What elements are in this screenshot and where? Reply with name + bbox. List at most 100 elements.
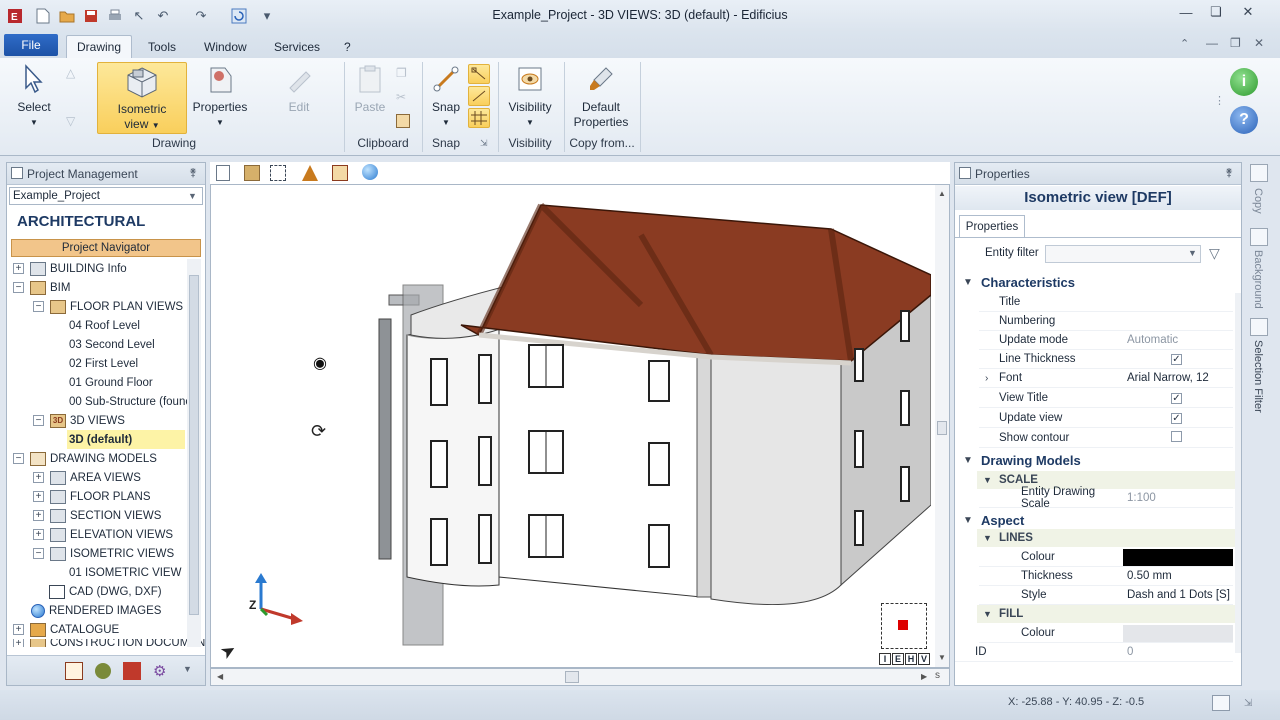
side-tab-background[interactable]: Background xyxy=(1252,250,1264,309)
scroll-right-arrow-icon[interactable]: ▶ xyxy=(921,672,927,681)
scroll-down-icon[interactable]: ▽ xyxy=(66,114,75,128)
collapse-icon[interactable]: − xyxy=(33,548,44,559)
tree-scrollbar[interactable] xyxy=(187,259,201,647)
file-menu-button[interactable]: File xyxy=(4,34,58,56)
tree-item-cad[interactable]: CAD (DWG, DXF) xyxy=(49,582,162,601)
tree-item-isometric-view-01[interactable]: 01 ISOMETRIC VIEW xyxy=(69,563,181,582)
view-title-checkbox[interactable]: ✓ xyxy=(1171,393,1182,404)
view-e-button[interactable]: E xyxy=(892,653,904,665)
ribbon-collapse-icon[interactable]: ⌃ xyxy=(1180,37,1189,50)
minimize-button[interactable]: — xyxy=(1172,3,1200,21)
viewport-horizontal-scrollbar[interactable]: ◀ ▶ s xyxy=(210,668,950,686)
tree-item-building-info[interactable]: + BUILDING Info xyxy=(13,259,127,278)
viewport-vertical-scrollbar[interactable]: ▲ ▼ xyxy=(935,185,949,667)
paste-special-icon[interactable] xyxy=(396,114,410,128)
prop-line-thickness[interactable]: Line Thickness ✓ xyxy=(979,350,1233,369)
ribbon-options-icon[interactable]: ⋮ xyxy=(1214,94,1225,107)
side-copy-icon[interactable] xyxy=(1250,164,1268,182)
scrollbar-thumb[interactable] xyxy=(189,275,199,615)
report-icon[interactable] xyxy=(123,662,141,680)
expand-icon[interactable]: + xyxy=(33,529,44,540)
tree-item-rendered-images[interactable]: RENDERED IMAGES xyxy=(31,601,161,620)
tab-properties[interactable]: Properties xyxy=(959,215,1025,237)
show-contour-checkbox[interactable] xyxy=(1171,431,1182,442)
prop-value[interactable]: 1:100 xyxy=(1123,492,1233,504)
fill-colour-swatch[interactable] xyxy=(1123,624,1233,642)
expand-icon[interactable]: + xyxy=(33,472,44,483)
line-thickness-checkbox[interactable]: ✓ xyxy=(1171,354,1182,365)
tree-item-roof-level[interactable]: 04 Roof Level xyxy=(69,316,140,335)
horizontal-scroll-thumb[interactable] xyxy=(565,671,579,683)
info-icon[interactable]: i xyxy=(1230,68,1258,96)
prop-numbering[interactable]: Numbering xyxy=(979,312,1233,331)
tree-item-ground-floor[interactable]: 01 Ground Floor xyxy=(69,373,153,392)
section-plane-icon[interactable] xyxy=(302,165,318,181)
prop-lines-thickness[interactable]: Thickness 0.50 mm xyxy=(979,567,1233,586)
tree-item-floor-plan-views[interactable]: − FLOOR PLAN VIEWS xyxy=(33,297,183,316)
prop-update-view[interactable]: Update view ✓ xyxy=(979,409,1233,428)
entity-filter-select[interactable]: ▼ xyxy=(1045,245,1201,263)
side-tab-copy[interactable]: Copy xyxy=(1252,188,1264,214)
mdi-minimize-icon[interactable]: — xyxy=(1206,36,1218,50)
tab-drawing[interactable]: Drawing xyxy=(66,35,133,58)
tree-item-second-level[interactable]: 03 Second Level xyxy=(69,335,155,354)
toolbar-more-icon[interactable]: ▼ xyxy=(183,664,192,674)
update-view-checkbox[interactable]: ✓ xyxy=(1171,413,1182,424)
tree-item-drawing-models[interactable]: − DRAWING MODELS xyxy=(13,449,157,468)
prop-lines-style[interactable]: Style Dash and 1 Dots [S] xyxy=(979,586,1233,605)
collapse-icon[interactable]: − xyxy=(13,453,24,464)
view-v-button[interactable]: V xyxy=(918,653,930,665)
section-aspect[interactable]: ▼ Aspect xyxy=(955,509,1241,531)
tree-item-first-level[interactable]: 02 First Level xyxy=(69,354,138,373)
snap-dialog-launcher-icon[interactable]: ⇲ xyxy=(480,138,488,149)
subsection-fill[interactable]: ▼ FILL xyxy=(977,605,1241,623)
material-icon[interactable] xyxy=(95,663,111,679)
scroll-up-icon[interactable]: △ xyxy=(66,66,75,80)
tab-tools[interactable]: Tools xyxy=(138,35,186,58)
vertical-scroll-thumb[interactable] xyxy=(937,421,947,435)
collapse-icon[interactable]: − xyxy=(13,282,24,293)
select-button[interactable]: Select ▼ xyxy=(12,62,56,130)
layers-icon[interactable] xyxy=(244,165,260,181)
view-selector-cube[interactable] xyxy=(881,603,927,649)
collapse-icon[interactable]: − xyxy=(33,415,44,426)
tree-item-area-views[interactable]: + AREA VIEWS xyxy=(33,468,141,487)
excel-export-icon[interactable] xyxy=(65,662,83,680)
properties-button[interactable]: Properties ▼ xyxy=(190,62,250,130)
snap-grid-toggle[interactable] xyxy=(468,108,490,128)
subsection-lines[interactable]: ▼ LINES xyxy=(977,529,1241,547)
side-tab-selection-filter[interactable]: Selection Filter xyxy=(1252,340,1264,413)
maximize-button[interactable]: ❏ xyxy=(1202,3,1230,21)
tree-item-bim[interactable]: − BIM xyxy=(13,278,70,297)
3d-viewport[interactable]: ◉ ⟳ Z ➤ I E H V ▲ ▼ xyxy=(210,184,950,668)
tree-item-isometric-views[interactable]: − ISOMETRIC VIEWS xyxy=(33,544,174,563)
snap-button[interactable]: Snap ▼ xyxy=(428,62,464,130)
tree-item-sub-structure[interactable]: 00 Sub-Structure (founc xyxy=(69,392,187,411)
help-icon[interactable]: ? xyxy=(1230,106,1258,134)
prop-title[interactable]: Title xyxy=(979,293,1233,312)
prop-fill-colour[interactable]: Colour xyxy=(979,624,1233,643)
prop-value[interactable]: Dash and 1 Dots [S] xyxy=(1123,589,1233,601)
filter-icon[interactable]: ▽ xyxy=(1209,245,1220,262)
mdi-close-icon[interactable]: ✕ xyxy=(1254,36,1264,50)
tree-item-3d-views[interactable]: −3D 3D VIEWS xyxy=(33,411,125,430)
status-settings-icon[interactable] xyxy=(1212,695,1230,711)
pin-icon[interactable]: ⚵ xyxy=(1225,166,1233,179)
project-navigator-header[interactable]: Project Navigator xyxy=(11,239,201,257)
isometric-view-button[interactable]: Isometric view ▼ xyxy=(97,62,187,134)
properties-scrollbar[interactable] xyxy=(1235,293,1241,653)
tree-item-floor-plans[interactable]: + FLOOR PLANS xyxy=(33,487,151,506)
project-select[interactable]: Example_Project ▼ xyxy=(9,187,203,205)
prop-view-title[interactable]: View Title ✓ xyxy=(979,389,1233,408)
close-button[interactable]: ✕ xyxy=(1234,3,1262,21)
prop-value[interactable]: Automatic xyxy=(1123,334,1233,346)
expand-icon[interactable]: + xyxy=(33,510,44,521)
scroll-left-arrow-icon[interactable]: ◀ xyxy=(217,672,223,681)
expand-icon[interactable]: + xyxy=(13,639,24,647)
snap-endpoint-toggle[interactable] xyxy=(468,64,490,84)
tree-item-3d-default[interactable]: 3D (default) xyxy=(67,430,185,449)
tree-item-section-views[interactable]: + SECTION VIEWS xyxy=(33,506,161,525)
tree-item-elevation-views[interactable]: + ELEVATION VIEWS xyxy=(33,525,173,544)
default-properties-button[interactable]: Default Properties xyxy=(568,62,634,130)
edit-button[interactable]: Edit xyxy=(276,62,322,115)
